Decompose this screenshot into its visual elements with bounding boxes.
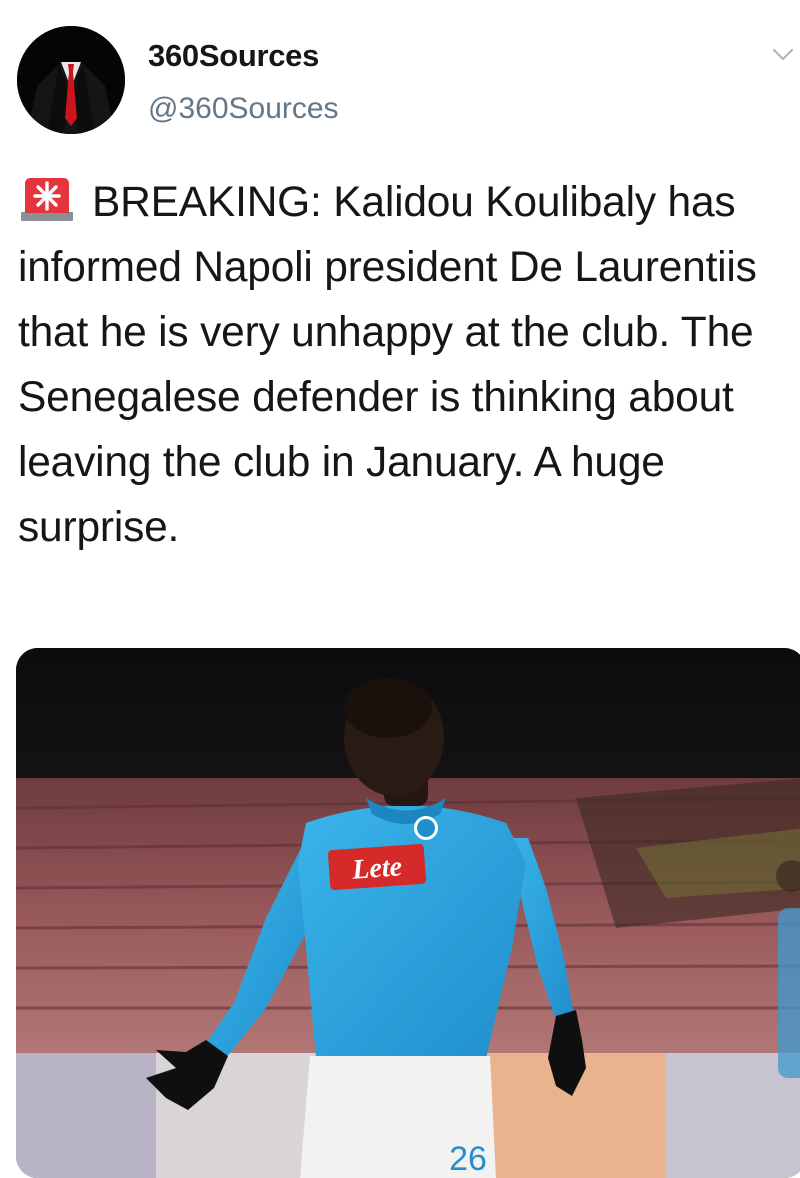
avatar[interactable] xyxy=(17,26,125,134)
siren-icon xyxy=(18,176,76,222)
tweet-text: BREAKING: Kalidou Koulibaly has informed… xyxy=(18,179,757,551)
author-display-name[interactable]: 360Sources xyxy=(148,38,319,74)
jersey-number: 26 xyxy=(449,1140,487,1178)
tweet-text-block: BREAKING: Kalidou Koulibaly has informed… xyxy=(18,170,788,560)
jersey-sponsor: Lete xyxy=(350,851,403,885)
author-handle[interactable]: @360Sources xyxy=(148,92,339,126)
tweet-photo[interactable]: Lete 26 xyxy=(16,648,800,1178)
chevron-down-icon[interactable] xyxy=(772,48,794,62)
suit-silhouette-avatar-icon xyxy=(17,26,125,134)
